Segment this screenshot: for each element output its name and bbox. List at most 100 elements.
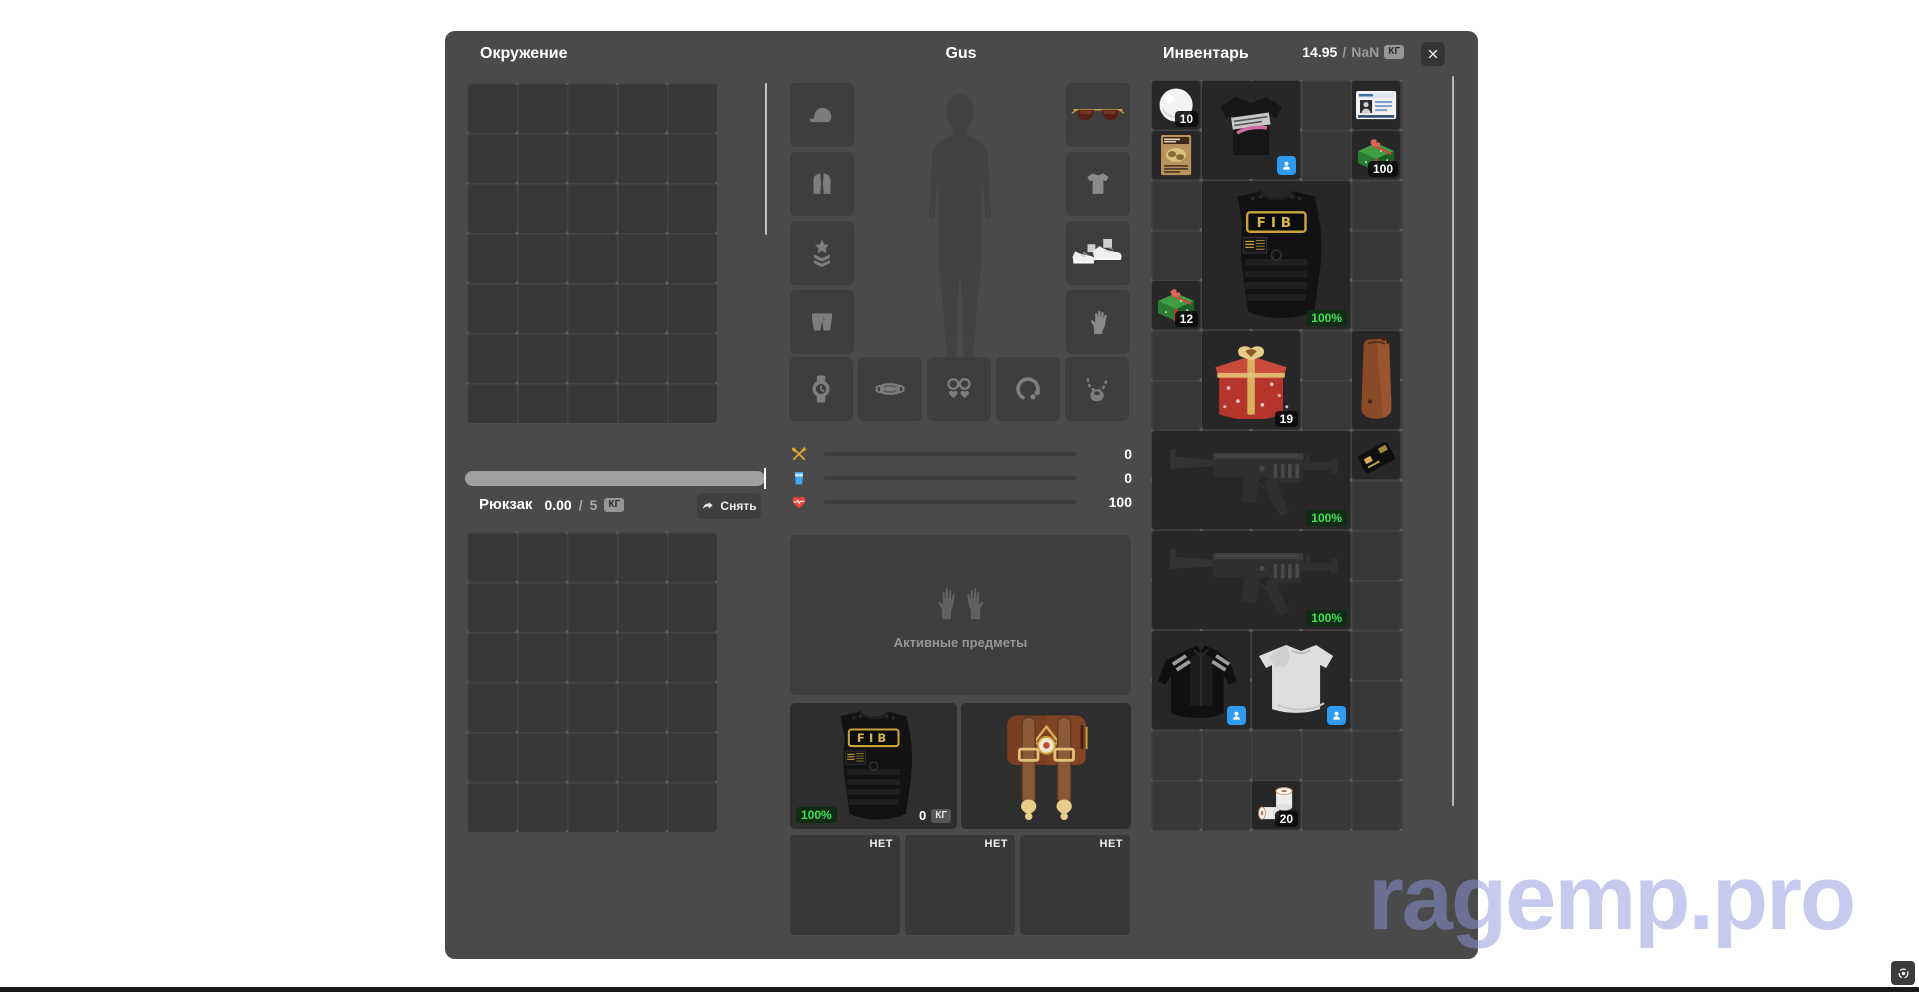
food-stat-row: 0 xyxy=(790,444,1132,464)
water-value: 0 xyxy=(1092,470,1132,486)
inventory-item-fib-armor-vest[interactable]: FIB 100% xyxy=(1202,181,1350,329)
extra-slot-2[interactable]: НЕТ xyxy=(905,835,1015,935)
item-count-badge: 19 xyxy=(1275,411,1298,427)
equipped-badge xyxy=(1327,706,1346,725)
cap-icon xyxy=(805,98,839,132)
environment-grid-bottom[interactable] xyxy=(467,532,717,832)
remove-backpack-button[interactable]: Снять xyxy=(697,493,761,519)
inventory-weight: 14.95 / NaN КГ xyxy=(1302,44,1404,60)
inventory-item-black-graphic-tshirt[interactable] xyxy=(1202,81,1300,179)
inventory-item-magazine[interactable] xyxy=(1152,131,1200,179)
active-items-label: Активные предметы xyxy=(894,635,1027,650)
active-items-panel[interactable]: Активные предметы xyxy=(790,535,1131,695)
equipment-watch-slot[interactable] xyxy=(789,357,853,421)
inventory-weight-current: 14.95 xyxy=(1302,44,1337,60)
item-durability-badge: 100% xyxy=(1306,610,1347,626)
water-stat-row: 0 xyxy=(790,468,1132,488)
item-count-badge: 10 xyxy=(1175,111,1198,127)
item-count-badge: 12 xyxy=(1175,311,1198,327)
id-card-icon xyxy=(1354,83,1398,127)
equipment-earrings-slot[interactable] xyxy=(927,357,991,421)
kg-unit-badge: КГ xyxy=(931,809,951,823)
sync-button[interactable] xyxy=(1891,961,1915,985)
item-durability-badge: 100% xyxy=(1306,310,1347,326)
svg-text:FIB: FIB xyxy=(857,731,890,745)
sneakers-item-icon xyxy=(1070,232,1126,274)
kg-unit-badge: КГ xyxy=(1384,45,1404,59)
environment-title: Окружение xyxy=(480,45,568,63)
extra-slot-label: НЕТ xyxy=(985,838,1009,850)
inventory-item-toilet-paper[interactable]: 20 xyxy=(1252,781,1300,829)
equipment-gloves-slot[interactable] xyxy=(1066,290,1130,354)
inventory-item-snowball[interactable]: 10 xyxy=(1152,81,1200,129)
equipment-bracelet-slot[interactable] xyxy=(996,357,1060,421)
jacket-icon xyxy=(805,167,839,201)
bottom-bar xyxy=(0,987,1919,992)
sunglasses-item-icon xyxy=(1070,94,1126,136)
svg-text:FIB: FIB xyxy=(1256,215,1295,231)
extra-slot-label: НЕТ xyxy=(870,838,894,850)
character-name: Gus xyxy=(790,45,1132,63)
equipped-belt-slot[interactable] xyxy=(961,703,1131,829)
close-button[interactable] xyxy=(1421,42,1445,66)
equipment-shorts-slot[interactable] xyxy=(790,290,854,354)
screen: Окружение Рюкзак 0.00 / 5 КГ Снять Gus xyxy=(0,0,1919,992)
watch-icon xyxy=(804,372,838,406)
equipment-hat-slot[interactable] xyxy=(790,83,854,147)
earrings-icon xyxy=(942,372,976,406)
magazine-icon xyxy=(1154,133,1198,177)
backpack-weight-max: 5 xyxy=(590,497,598,513)
inventory-item-smg[interactable]: 100% xyxy=(1152,531,1350,629)
food-value: 0 xyxy=(1092,446,1132,462)
equipment-necklace-slot[interactable] xyxy=(1065,357,1129,421)
equipment-shirt-slot[interactable] xyxy=(1066,152,1130,216)
backpack-weight-value: 0.00 xyxy=(544,497,571,513)
inventory-item-green-gift[interactable]: 12 xyxy=(1152,281,1200,329)
inventory-item-id-card[interactable] xyxy=(1352,81,1400,129)
environment-grid-top[interactable] xyxy=(467,83,717,423)
backpack-weight-separator: / xyxy=(579,497,583,513)
inventory-item-white-tshirt[interactable] xyxy=(1252,631,1350,729)
inventory-panel: Окружение Рюкзак 0.00 / 5 КГ Снять Gus xyxy=(445,31,1478,959)
inventory-item-bank-card[interactable] xyxy=(1352,431,1400,479)
inventory-item-red-gift-box[interactable]: 19 xyxy=(1202,331,1300,429)
item-durability-badge: 100% xyxy=(1306,510,1347,526)
inventory-scrollbar[interactable] xyxy=(1452,76,1454,806)
sync-icon xyxy=(1896,966,1911,981)
vest-weight: 0 КГ xyxy=(919,808,951,823)
leather-satchel-icon xyxy=(968,708,1124,824)
backpack-capacity-caret xyxy=(764,468,766,489)
inventory-weight-separator: / xyxy=(1342,44,1346,60)
close-icon xyxy=(1426,47,1440,61)
backpack-row: Рюкзак 0.00 / 5 КГ xyxy=(479,496,624,513)
hands-icon xyxy=(933,581,989,621)
equipped-vest-slot[interactable]: FIB 100% 0 КГ xyxy=(790,703,957,829)
mask-icon xyxy=(873,372,907,406)
equipment-shoes-slot[interactable] xyxy=(1066,221,1130,285)
equipment-glasses-slot[interactable] xyxy=(1066,83,1130,147)
environment-scrollbar[interactable] xyxy=(765,83,767,235)
vest-durability-badge: 100% xyxy=(796,807,837,823)
inventory-title: Инвентарь xyxy=(1163,45,1249,63)
health-bar xyxy=(824,500,1076,504)
bank-card-icon xyxy=(1354,433,1398,477)
extra-slot-label: НЕТ xyxy=(1100,838,1124,850)
inventory-weight-max: NaN xyxy=(1351,44,1379,60)
equipment-rank-slot[interactable] xyxy=(790,221,854,285)
equipment-mask-slot[interactable] xyxy=(858,357,922,421)
extra-slot-1[interactable]: НЕТ xyxy=(790,835,900,935)
health-icon xyxy=(790,493,808,511)
inventory-item-black-jacket[interactable] xyxy=(1152,631,1250,729)
inventory-item-leather-pouch[interactable] xyxy=(1352,331,1400,429)
inventory-item-smg[interactable]: 100% xyxy=(1152,431,1350,529)
food-bar xyxy=(824,452,1076,456)
extra-slot-3[interactable]: НЕТ xyxy=(1020,835,1130,935)
share-arrow-icon xyxy=(701,499,715,513)
inventory-item-green-gift[interactable]: 100 xyxy=(1352,131,1400,179)
item-count-badge: 100 xyxy=(1368,161,1398,177)
item-count-badge: 20 xyxy=(1275,811,1298,827)
equipment-jacket-slot[interactable] xyxy=(790,152,854,216)
water-icon xyxy=(790,469,808,487)
necklace-icon xyxy=(1080,372,1114,406)
rank-icon xyxy=(805,236,839,270)
